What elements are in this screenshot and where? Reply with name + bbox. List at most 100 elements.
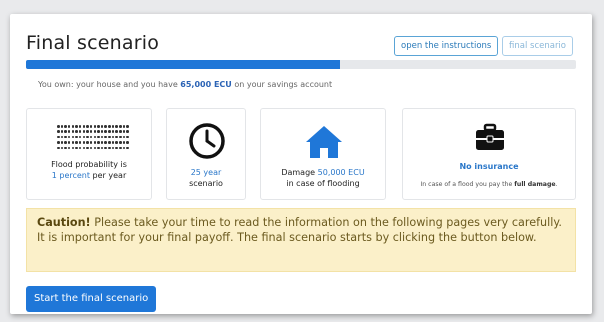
dot — [100, 130, 104, 133]
dot — [78, 125, 82, 128]
dot — [126, 125, 129, 128]
damage-label: in case of flooding — [286, 179, 360, 188]
dot — [86, 130, 89, 133]
dot-grid-icon — [57, 125, 129, 151]
dot — [93, 130, 96, 133]
dot — [104, 130, 107, 133]
dot — [89, 125, 93, 128]
dot — [75, 125, 78, 128]
dot — [67, 146, 71, 150]
dot — [82, 135, 86, 139]
dot — [82, 130, 86, 133]
savings-info: You own: your house and you have 65,000 … — [38, 80, 332, 89]
dot — [119, 125, 122, 128]
dot — [111, 125, 115, 128]
start-final-scenario-button[interactable]: Start the final scenario — [26, 286, 157, 312]
insurance-note-bold: full damage — [514, 181, 556, 188]
briefcase-icon — [476, 123, 504, 150]
savings-amount: 65,000 ECU — [180, 80, 232, 89]
dot — [119, 146, 122, 150]
dot — [93, 125, 96, 128]
dot — [115, 125, 118, 128]
dot — [108, 130, 111, 133]
flood-probability-value-line: 1 percent per year — [27, 170, 151, 181]
open-instructions-button[interactable]: open the instructions — [394, 36, 499, 56]
dot — [108, 135, 111, 139]
dot — [108, 125, 111, 128]
caution-alert: Caution! Please take your time to read t… — [26, 208, 576, 272]
insurance-title: No insurance — [459, 162, 519, 171]
dot — [75, 141, 78, 144]
dot — [115, 135, 118, 139]
dot — [67, 135, 71, 139]
damage-card: Damage 50,000 ECU in case of flooding — [260, 108, 386, 200]
savings-suffix: on your savings account — [231, 80, 333, 89]
dot — [97, 125, 100, 128]
dot — [60, 146, 64, 150]
dot — [111, 130, 115, 133]
dot — [119, 141, 122, 144]
dot — [60, 141, 64, 144]
dot — [89, 130, 93, 133]
dot — [100, 141, 104, 144]
dot — [78, 141, 82, 144]
savings-prefix: You own: your house and you have — [38, 80, 181, 89]
dot — [104, 135, 107, 139]
flood-probability-value: 1 percent — [51, 171, 91, 180]
scenario-duration-value: 25 year — [190, 168, 222, 177]
dot — [57, 130, 60, 133]
dot — [60, 125, 64, 128]
dot — [67, 125, 71, 128]
dot — [100, 135, 104, 139]
dot — [64, 125, 67, 128]
dot — [78, 130, 82, 133]
dot — [97, 135, 100, 139]
dot — [57, 125, 60, 128]
dot — [86, 135, 89, 139]
dot — [104, 125, 107, 128]
dot — [122, 125, 126, 128]
dot — [86, 141, 89, 144]
dot — [126, 146, 129, 150]
scenario-card: Final scenario open the instructions fin… — [10, 14, 592, 314]
house-icon — [306, 126, 342, 158]
dot — [104, 146, 107, 150]
dot — [57, 141, 60, 144]
dot — [75, 135, 78, 139]
dot — [67, 130, 71, 133]
damage-prefix: Damage — [281, 168, 318, 177]
dot — [115, 146, 118, 150]
dot — [89, 135, 93, 139]
dot — [108, 141, 111, 144]
dot — [126, 130, 129, 133]
dot — [64, 135, 67, 139]
dot — [126, 141, 129, 144]
dot — [78, 146, 82, 150]
dot — [89, 141, 93, 144]
dot — [119, 130, 122, 133]
dot — [93, 135, 96, 139]
dot — [100, 146, 104, 150]
caution-text: Please take your time to read the inform… — [37, 216, 562, 244]
dot — [97, 146, 100, 150]
dot — [75, 130, 78, 133]
dot — [64, 146, 67, 150]
final-scenario-button[interactable]: final scenario — [502, 36, 573, 56]
dot — [60, 135, 64, 139]
insurance-note-suffix: . — [555, 181, 558, 188]
dot — [57, 146, 60, 150]
dot — [89, 146, 93, 150]
flood-probability-label: Flood probability is — [51, 160, 127, 169]
dot — [97, 130, 100, 133]
dot — [115, 130, 118, 133]
dot — [111, 141, 115, 144]
dot — [104, 141, 107, 144]
dot — [82, 141, 86, 144]
dot — [71, 135, 75, 139]
dot — [111, 135, 115, 139]
insurance-note: In case of a flood you pay the full dama… — [403, 179, 575, 190]
damage-line: Damage 50,000 ECU — [261, 167, 385, 178]
scenario-duration-label: scenario — [189, 179, 223, 188]
dot — [82, 125, 86, 128]
flood-probability-suffix: per year — [90, 171, 127, 180]
